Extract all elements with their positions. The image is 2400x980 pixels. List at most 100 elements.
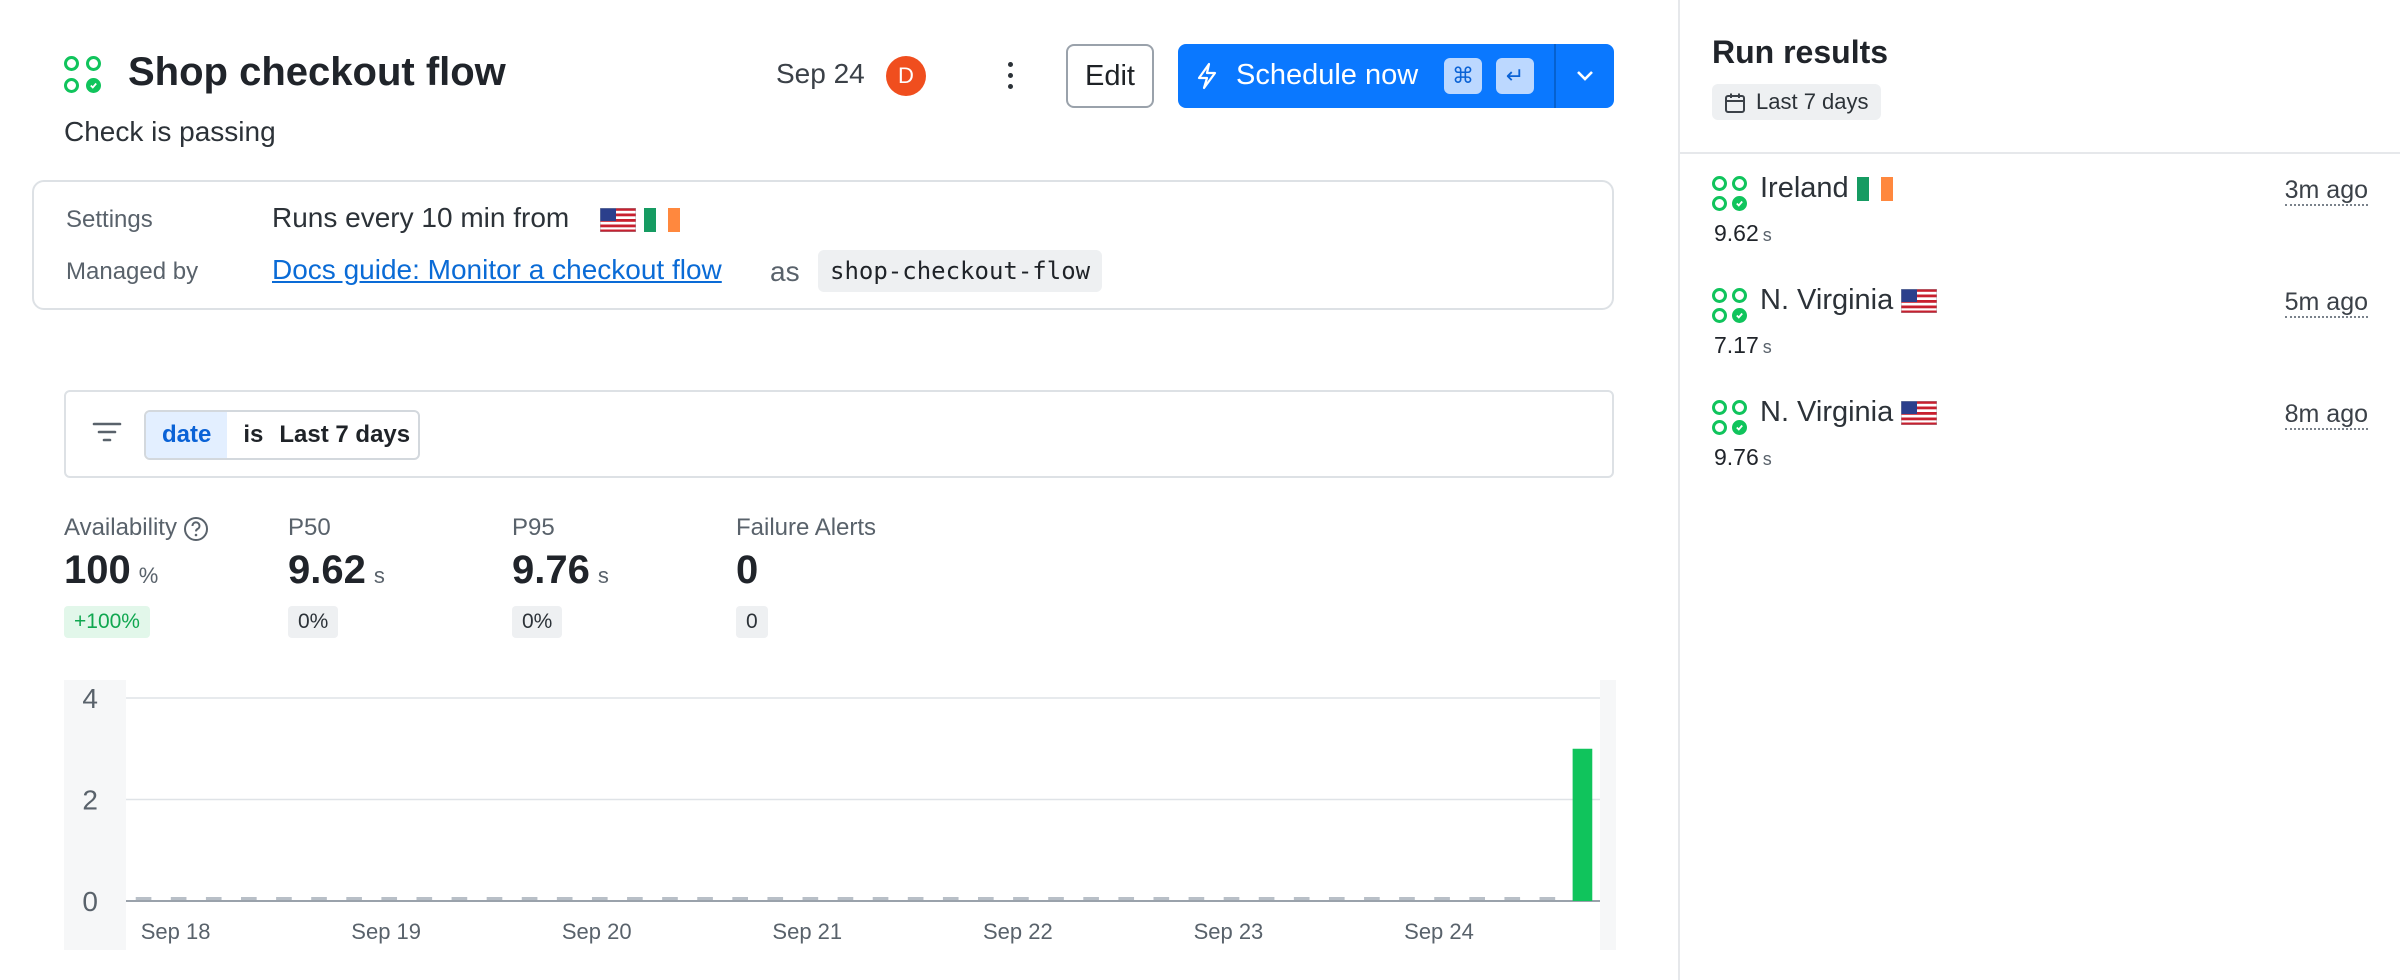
- run-result-item[interactable]: N. Virginia 8m ago 9.76 s: [1712, 396, 2368, 496]
- x-tick-label: Sep 24: [1404, 919, 1474, 944]
- chart-bar-empty[interactable]: [135, 897, 152, 900]
- filter-field: date: [146, 412, 228, 458]
- p95-value: 9.76: [512, 548, 590, 592]
- chart-bar-empty[interactable]: [802, 897, 819, 900]
- chart-bar-empty[interactable]: [872, 897, 889, 900]
- chart-bar-empty[interactable]: [1364, 897, 1380, 900]
- chart-bar-empty[interactable]: [1469, 897, 1485, 900]
- filter-icon[interactable]: [92, 420, 122, 444]
- p50-unit: s: [373, 563, 385, 588]
- availability-value: 100: [64, 548, 131, 592]
- check-passing-icon: [1712, 176, 1750, 214]
- help-icon[interactable]: [183, 516, 209, 542]
- chart-bar-empty[interactable]: [907, 897, 924, 900]
- chart-bar-empty[interactable]: [486, 897, 503, 900]
- ireland-flag-icon: [644, 208, 680, 232]
- y-tick-label: 4: [82, 683, 98, 714]
- chart-bar-empty[interactable]: [1223, 897, 1240, 900]
- chart-bar-empty[interactable]: [556, 897, 573, 900]
- button-divider: [1554, 44, 1556, 108]
- chart-bar-empty[interactable]: [662, 897, 678, 900]
- availability-unit: %: [138, 563, 159, 588]
- chart-bar-empty[interactable]: [1504, 897, 1521, 900]
- edit-button[interactable]: Edit: [1066, 44, 1154, 108]
- enter-key-hint: ↵: [1496, 58, 1534, 94]
- x-tick-label: Sep 20: [562, 919, 632, 944]
- chart-bar-empty[interactable]: [416, 897, 433, 900]
- chart-bar-empty[interactable]: [241, 897, 257, 900]
- avatar[interactable]: D: [886, 56, 926, 96]
- chart-bar-empty[interactable]: [1153, 897, 1170, 900]
- run-time-ago[interactable]: 5m ago: [2284, 288, 2368, 318]
- chart-bar-empty[interactable]: [346, 897, 362, 900]
- p50-change-badge: 0%: [288, 606, 339, 638]
- date-filter-pill[interactable]: date is Last 7 days: [144, 410, 421, 460]
- schedule-now-button[interactable]: Schedule now ⌘ ↵: [1178, 44, 1614, 108]
- command-key-hint: ⌘: [1444, 58, 1482, 94]
- chart-bar-empty[interactable]: [1399, 897, 1415, 900]
- x-tick-label: Sep 18: [141, 919, 211, 944]
- chart-bar-empty[interactable]: [1539, 897, 1556, 900]
- p95-label: P95: [512, 514, 555, 541]
- chart-bar-empty[interactable]: [381, 897, 398, 900]
- chart-bar-empty[interactable]: [521, 897, 538, 900]
- failure-alerts-label: Failure Alerts: [736, 514, 877, 541]
- us-flag-icon: [600, 208, 636, 232]
- run-duration-unit: s: [1762, 337, 1772, 357]
- run-result-item[interactable]: N. Virginia 5m ago 7.17 s: [1712, 284, 2368, 384]
- check-passing-icon: [1712, 400, 1750, 438]
- us-flag-icon: [1901, 401, 1938, 426]
- sidebar-date-range[interactable]: Last 7 days: [1712, 84, 1881, 120]
- settings-label: Settings: [66, 206, 153, 233]
- chart-bar-empty[interactable]: [170, 897, 187, 900]
- availability-metric: Availability 100% +100%: [64, 514, 209, 638]
- chart-bar-empty[interactable]: [1434, 897, 1450, 900]
- chart-bar-empty[interactable]: [627, 897, 643, 900]
- plot-area: [126, 680, 1600, 950]
- chart-bar-empty[interactable]: [697, 897, 713, 900]
- chart-bar-empty[interactable]: [205, 897, 222, 900]
- chart-bar-empty[interactable]: [1188, 897, 1205, 900]
- p95-metric: P95 9.76 s 0%: [512, 514, 609, 638]
- chart-bar-empty[interactable]: [591, 897, 608, 900]
- chart-bar-empty[interactable]: [1013, 897, 1029, 900]
- chevron-down-icon[interactable]: [1574, 68, 1596, 84]
- run-time-ago[interactable]: 8m ago: [2284, 400, 2368, 430]
- chart-bar-empty[interactable]: [1258, 897, 1275, 900]
- run-duration: 9.62: [1714, 220, 1759, 246]
- run-duration-unit: s: [1762, 449, 1772, 469]
- managed-by-link[interactable]: Docs guide: Monitor a checkout flow: [272, 254, 722, 286]
- more-options-button[interactable]: [990, 56, 1030, 96]
- x-tick-label: Sep 22: [983, 919, 1053, 944]
- chart-bar-empty[interactable]: [1118, 897, 1135, 900]
- chart-bar-empty[interactable]: [451, 897, 468, 900]
- chart-bar-empty[interactable]: [942, 897, 959, 900]
- failure-alerts-badge: 0: [736, 606, 768, 638]
- chart-bar-empty[interactable]: [1293, 897, 1310, 900]
- availability-change-badge: +100%: [64, 606, 150, 638]
- chart-bar-empty[interactable]: [276, 897, 292, 900]
- check-passing-icon: [64, 56, 102, 94]
- chart-bar-empty[interactable]: [978, 897, 994, 900]
- lightning-bolt-icon: [1197, 62, 1217, 90]
- run-frequency-text: Runs every 10 min from: [272, 202, 570, 233]
- chart-bar-empty[interactable]: [1083, 897, 1099, 900]
- us-flag-icon: [1901, 289, 1938, 314]
- run-duration-unit: s: [1762, 225, 1772, 245]
- chart-bar-empty[interactable]: [732, 897, 748, 900]
- chart-bar-empty[interactable]: [767, 897, 784, 900]
- sidebar-title: Run results: [1712, 34, 1889, 70]
- chart-bar-empty[interactable]: [1328, 897, 1345, 900]
- p95-unit: s: [597, 563, 609, 588]
- chart-bar[interactable]: [1572, 748, 1593, 901]
- run-duration: 9.76: [1714, 444, 1759, 470]
- calendar-icon: [1725, 93, 1745, 113]
- chart-bar-empty[interactable]: [1048, 897, 1064, 900]
- schedule-now-label: Schedule now: [1236, 59, 1419, 91]
- p50-value: 9.62: [288, 548, 366, 592]
- run-time-ago[interactable]: 3m ago: [2284, 176, 2368, 206]
- failure-alerts-metric: Failure Alerts 0 0: [736, 514, 877, 638]
- run-result-item[interactable]: Ireland 3m ago 9.62 s: [1712, 172, 2368, 272]
- chart-bar-empty[interactable]: [837, 897, 854, 900]
- chart-bar-empty[interactable]: [311, 897, 327, 900]
